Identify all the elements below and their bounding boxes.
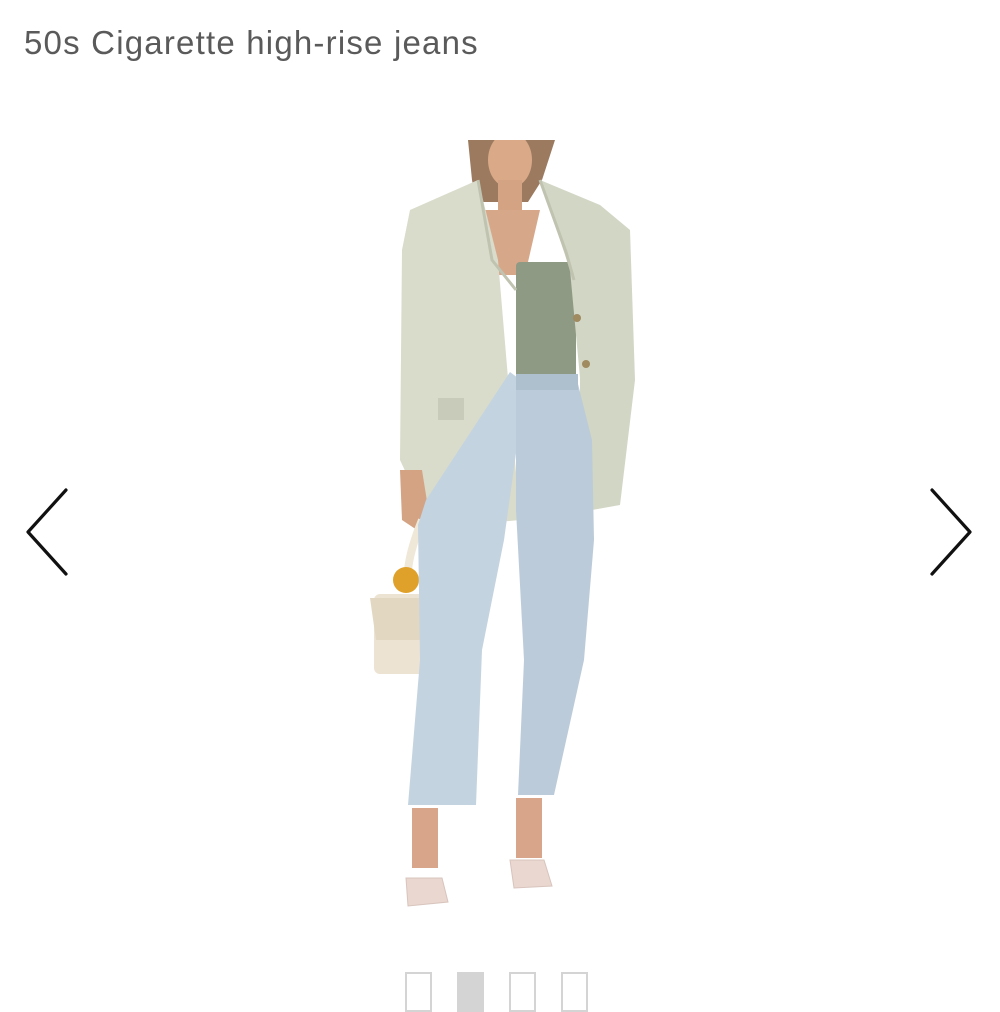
pagination-dot-4[interactable] (561, 972, 588, 1012)
product-image (330, 132, 670, 920)
product-title: 50s Cigarette high-rise jeans (24, 24, 479, 61)
pagination-dot-2-active[interactable] (457, 972, 484, 1012)
chevron-right-icon (930, 488, 972, 576)
pagination-dot-3[interactable] (509, 972, 536, 1012)
previous-image-button[interactable] (22, 486, 72, 578)
image-pagination (405, 972, 588, 1012)
chevron-left-icon (26, 488, 68, 576)
next-image-button[interactable] (926, 486, 976, 578)
pagination-dot-1[interactable] (405, 972, 432, 1012)
